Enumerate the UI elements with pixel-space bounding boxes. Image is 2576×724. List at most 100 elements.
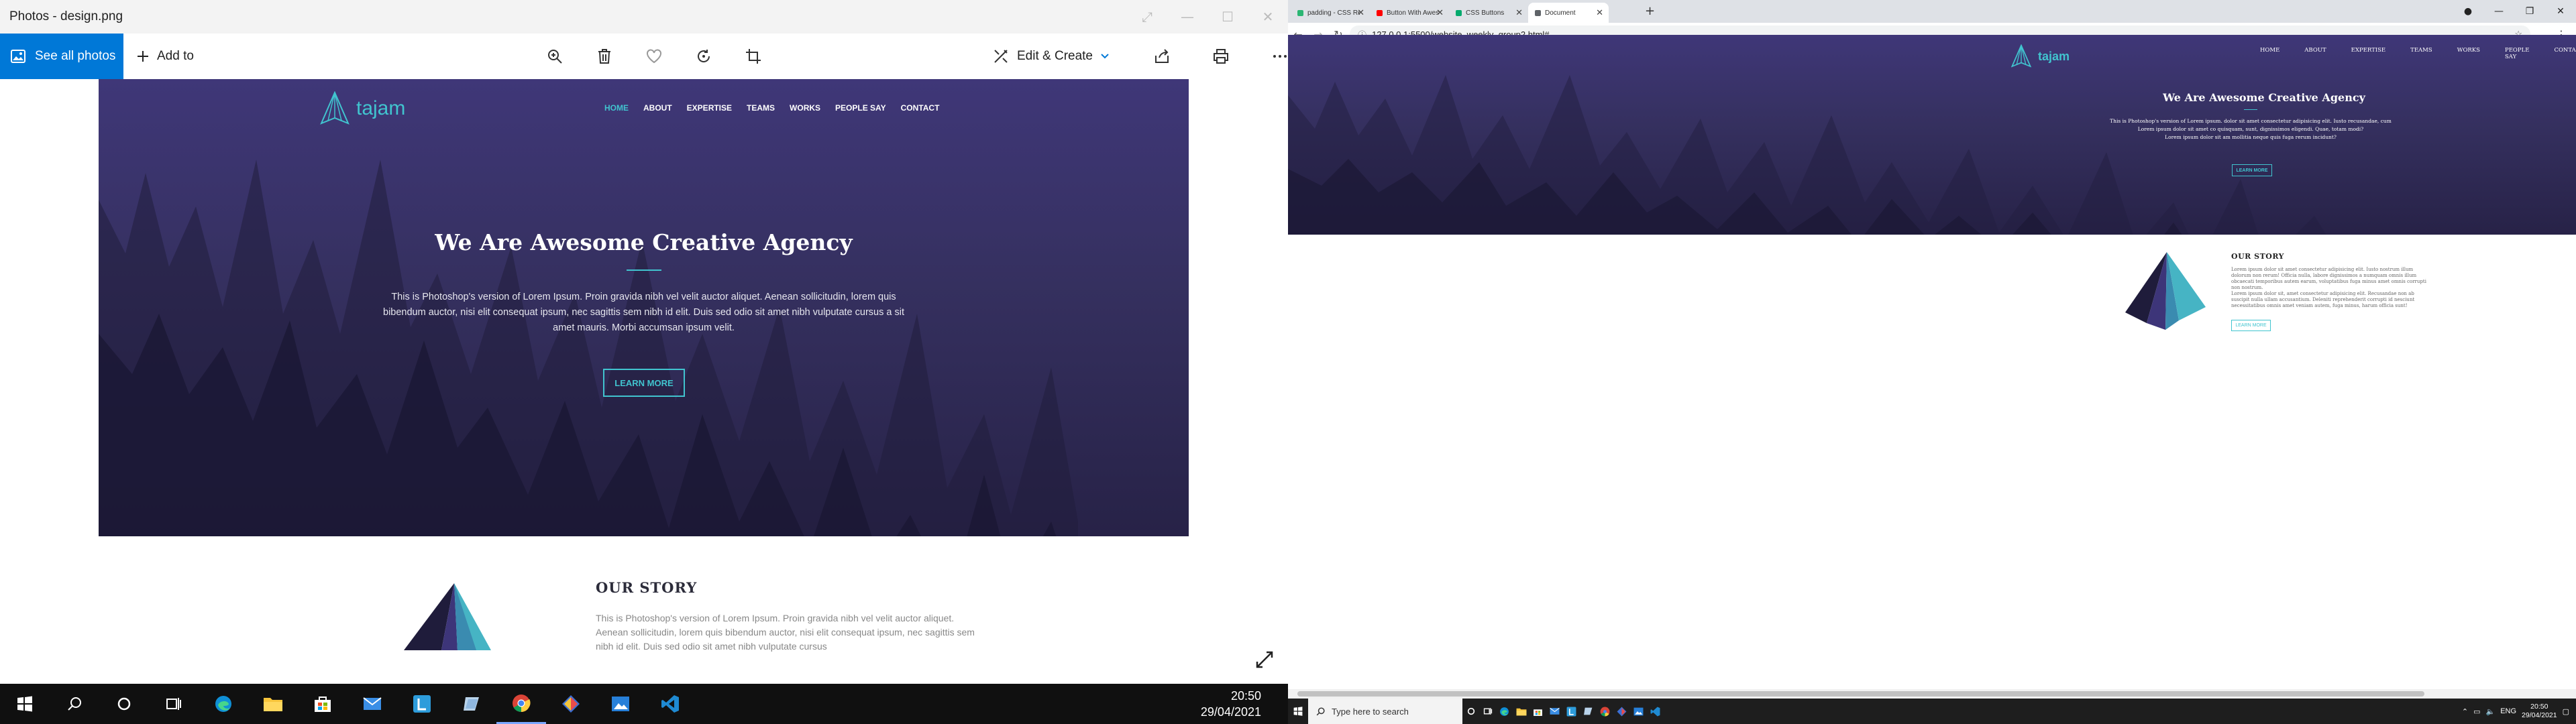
windows-start-icon[interactable] — [0, 684, 50, 724]
site-nav-link[interactable]: CONTACT — [2554, 47, 2576, 60]
favorite-icon[interactable] — [629, 34, 679, 79]
print-icon[interactable] — [1191, 34, 1250, 79]
tab-close-icon[interactable]: ✕ — [1436, 7, 1444, 18]
site-hero-title: We Are Awesome Creative Agency — [2163, 91, 2365, 104]
site-nav: HOME ABOUT EXPERTISE TEAMS WORKS PEOPLE SAY CO… — [2260, 47, 2576, 60]
vscode-icon[interactable] — [645, 684, 695, 724]
lens-app-icon[interactable] — [397, 684, 447, 724]
windows-start-icon[interactable] — [1288, 699, 1308, 724]
edge-icon[interactable] — [199, 684, 248, 724]
add-to-button[interactable]: Add to — [137, 49, 194, 64]
git-tool-icon[interactable] — [1613, 699, 1630, 724]
close-icon[interactable]: ✕ — [2545, 0, 2576, 23]
rotate-icon[interactable] — [679, 34, 729, 79]
scrollbar-thumb[interactable] — [1297, 691, 2424, 697]
browser-tab[interactable]: Document ✕ — [1528, 3, 1609, 23]
photos-app-icon[interactable] — [596, 684, 645, 724]
chrome-icon[interactable] — [1597, 699, 1613, 724]
cortana-icon[interactable] — [1462, 699, 1479, 724]
new-tab-icon[interactable]: + — [1645, 4, 1655, 18]
minimize-icon[interactable]: — — [2483, 0, 2514, 23]
restore-icon[interactable]: ❐ — [2514, 0, 2545, 23]
cortana-icon[interactable] — [99, 684, 149, 724]
task-view-icon[interactable] — [149, 684, 199, 724]
tajam-logo-icon — [320, 91, 350, 125]
chevron-down-icon — [1101, 54, 1109, 59]
edge-icon[interactable] — [1496, 699, 1513, 724]
site-nav-link[interactable]: PEOPLE SAY — [2505, 47, 2529, 60]
taskbar-search-box[interactable]: Type here to search — [1308, 699, 1462, 724]
zoom-icon[interactable] — [530, 34, 580, 79]
store-icon[interactable] — [298, 684, 347, 724]
taskbar-left: 20:50 29/04/2021 — [0, 684, 1288, 724]
close-icon[interactable]: ✕ — [1248, 0, 1288, 34]
delete-icon[interactable] — [580, 34, 629, 79]
edit-create-button[interactable]: Edit & Create — [993, 34, 1109, 79]
site-nav-link[interactable]: TEAMS — [2410, 47, 2432, 60]
tab-close-icon[interactable]: ✕ — [1357, 7, 1364, 18]
chrome-icon[interactable] — [496, 684, 546, 724]
see-all-label: See all photos — [35, 49, 116, 63]
logo[interactable]: tajam — [320, 91, 405, 126]
store-icon[interactable] — [1529, 699, 1546, 724]
design-nav-link[interactable]: WORKS — [790, 103, 820, 113]
taskbar-clock[interactable]: 20:50 29/04/2021 — [2522, 703, 2557, 720]
design-nav-link[interactable]: TEAMS — [747, 103, 775, 113]
maximize-icon[interactable]: ☐ — [1208, 0, 1248, 34]
share-icon[interactable] — [1132, 34, 1191, 79]
horizontal-scrollbar[interactable] — [1288, 689, 2576, 699]
right-monitor: padding - CSS Reference✕Button With Awes… — [1288, 0, 2576, 724]
site-nav-link[interactable]: HOME — [2260, 47, 2279, 60]
more-options-icon[interactable] — [1250, 34, 1288, 79]
tab-close-icon[interactable]: ✕ — [1515, 7, 1523, 18]
sticky-notes-icon[interactable] — [1580, 699, 1597, 724]
design-nav-link[interactable]: PEOPLE SAY — [835, 103, 886, 113]
design-nav-link[interactable]: EXPERTISE — [687, 103, 732, 113]
site-learn-more-button[interactable]: LEARN MORE — [2232, 164, 2272, 176]
file-explorer-icon[interactable] — [248, 684, 298, 724]
site-nav-link[interactable]: ABOUT — [2304, 47, 2326, 60]
taskbar-right: Type here to search ⌃ ▭ 🔈 ENG 20:50 29/0… — [1288, 699, 2576, 724]
tab-label: Button With Awesome Hover Ef… — [1387, 9, 1439, 17]
tray-chevron-icon[interactable]: ⌃ — [2462, 707, 2468, 716]
design-nav-link[interactable]: HOME — [604, 103, 629, 113]
git-tool-icon[interactable] — [546, 684, 596, 724]
site-logo[interactable]: tajam — [2011, 44, 2070, 68]
hero-line-2: Lorem ipsum dolor sit amet co quisquam, … — [2137, 126, 2364, 132]
mail-icon[interactable] — [1546, 699, 1563, 724]
lens-app-icon[interactable] — [1563, 699, 1580, 724]
site-nav-link[interactable]: EXPERTISE — [2351, 47, 2386, 60]
tab-favicon-icon — [1456, 9, 1462, 16]
design-nav-link[interactable]: CONTACT — [901, 103, 940, 113]
see-all-photos-button[interactable]: See all photos — [0, 34, 123, 79]
design-hero-title: We Are Awesome Creative Agency — [435, 229, 853, 255]
network-icon[interactable]: ▭ — [2473, 707, 2480, 716]
site-nav-link[interactable]: WORKS — [2457, 47, 2480, 60]
vscode-icon[interactable] — [1647, 699, 1664, 724]
design-nav-link[interactable]: ABOUT — [643, 103, 672, 113]
file-explorer-icon[interactable] — [1513, 699, 1529, 724]
minimize-icon[interactable]: — — [1167, 0, 1208, 34]
task-view-icon[interactable] — [1479, 699, 1496, 724]
browser-tab[interactable]: CSS Buttons ✕ — [1449, 3, 1528, 23]
site-story-button[interactable]: LEARN MORE — [2231, 320, 2271, 331]
site-story-p2: Lorem ipsum dolor sit, amet consectetur … — [2231, 291, 2415, 308]
photos-app-icon[interactable] — [1630, 699, 1647, 724]
chrome-tab-strip: padding - CSS Reference✕Button With Awes… — [1288, 0, 2576, 23]
volume-icon[interactable]: 🔈 — [2485, 707, 2495, 716]
notification-icon[interactable]: ▢ — [2563, 707, 2569, 716]
design-learn-more-button[interactable]: LEARN MORE — [603, 369, 685, 397]
crop-icon[interactable] — [729, 34, 778, 79]
expand-icon[interactable] — [1251, 646, 1278, 673]
mail-icon[interactable] — [347, 684, 397, 724]
sticky-notes-icon[interactable] — [447, 684, 496, 724]
taskbar-clock[interactable]: 20:50 29/04/2021 — [1201, 688, 1261, 720]
browser-tab[interactable]: Button With Awesome Hover Ef…✕ — [1370, 3, 1449, 23]
language-indicator[interactable]: ENG — [2500, 707, 2516, 715]
system-tray: ⌃ ▭ 🔈 ENG 20:50 29/04/2021 ▢ — [2462, 699, 2569, 724]
tab-close-icon[interactable]: ✕ — [1596, 7, 1603, 18]
share-icon[interactable]: ⤢ — [1127, 0, 1167, 34]
search-icon[interactable] — [50, 684, 99, 724]
browser-tab[interactable]: padding - CSS Reference✕ — [1291, 3, 1370, 23]
profile-icon[interactable]: ● — [2453, 0, 2483, 23]
